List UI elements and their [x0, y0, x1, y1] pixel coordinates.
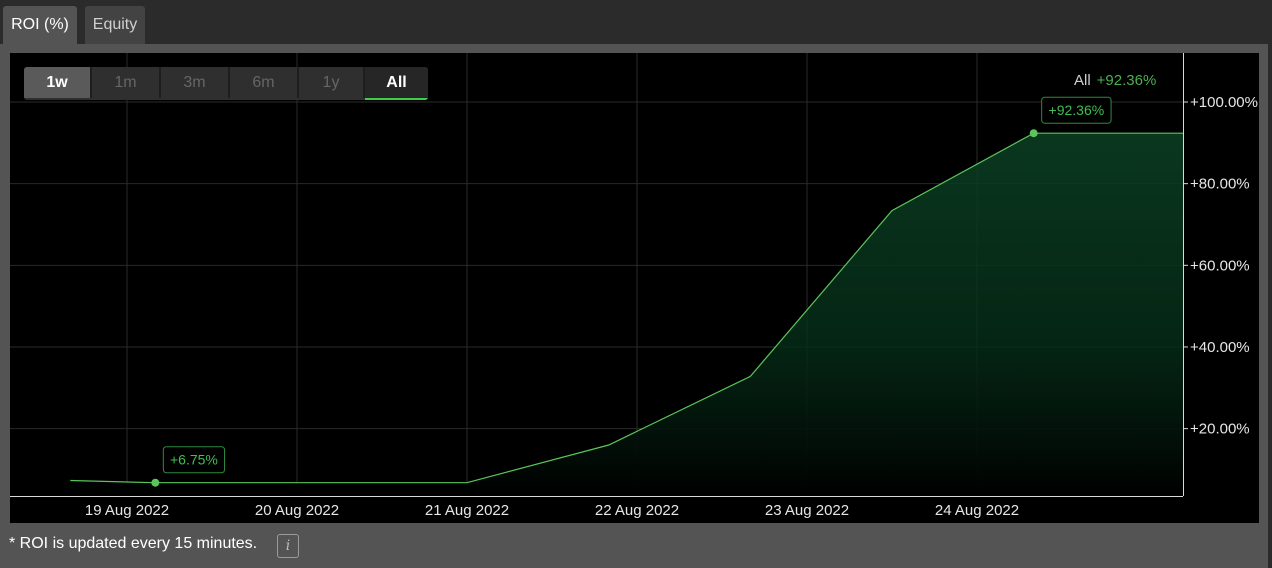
annotation-label: +6.75% — [170, 452, 218, 468]
y-tick-label: +80.00% — [1190, 176, 1250, 193]
range-button-1m[interactable]: 1m — [92, 67, 161, 98]
series-area — [70, 133, 1183, 496]
y-tick-label: +20.00% — [1190, 421, 1250, 438]
x-tick-label: 20 Aug 2022 — [255, 502, 339, 519]
range-button-all[interactable]: All — [365, 67, 428, 100]
data-point-marker[interactable] — [151, 478, 160, 487]
y-tick-label: +100.00% — [1190, 94, 1258, 111]
range-button-1w[interactable]: 1w — [24, 67, 92, 98]
legend-label: All — [1074, 72, 1091, 89]
range-selector: 1w 1m 3m 6m 1y All — [24, 67, 428, 100]
x-tick-label: 23 Aug 2022 — [765, 502, 849, 519]
x-tick-label: 21 Aug 2022 — [425, 502, 509, 519]
x-tick-label: 24 Aug 2022 — [935, 502, 1019, 519]
info-icon[interactable]: i — [277, 534, 299, 558]
chart-legend: All +92.36% — [1074, 72, 1156, 89]
tab-equity[interactable]: Equity — [85, 6, 145, 44]
footer-note: * ROI is updated every 15 minutes. — [9, 535, 258, 552]
annotation-label: +92.36% — [1049, 102, 1105, 118]
chart-area[interactable]: +20.00% +40.00% +60.00% +80.00% +100.00% 19 A… — [10, 53, 1259, 523]
range-button-6m[interactable]: 6m — [230, 67, 299, 98]
tab-roi[interactable]: ROI (%) — [3, 6, 77, 44]
roi-chart: +20.00% +40.00% +60.00% +80.00% +100.00% 19 A… — [10, 53, 1258, 519]
range-button-3m[interactable]: 3m — [161, 67, 230, 98]
data-point-marker[interactable] — [1029, 129, 1038, 138]
x-tick-label: 22 Aug 2022 — [595, 502, 679, 519]
legend-value: +92.36% — [1096, 72, 1157, 89]
y-tick-label: +40.00% — [1190, 339, 1250, 356]
range-button-1y[interactable]: 1y — [299, 67, 365, 98]
x-tick-label: 19 Aug 2022 — [85, 502, 169, 519]
y-tick-label: +60.00% — [1190, 257, 1250, 274]
